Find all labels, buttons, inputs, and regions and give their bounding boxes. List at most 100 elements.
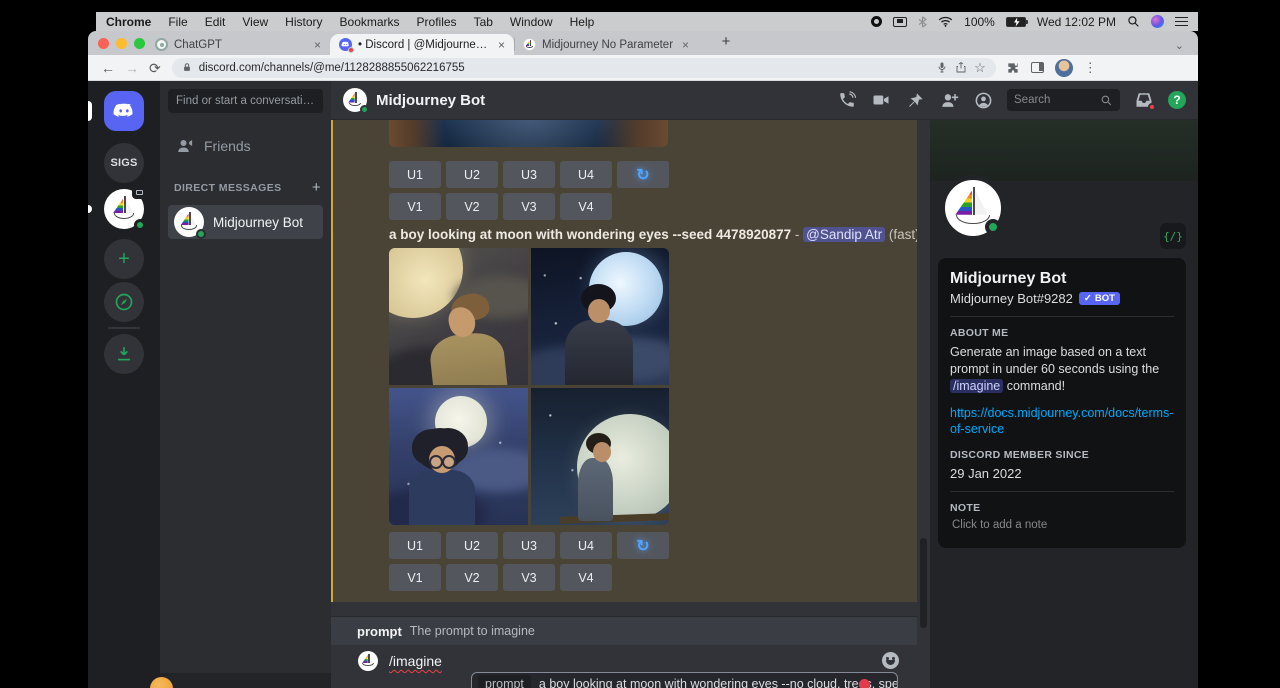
pin-messages-button[interactable] xyxy=(905,90,925,110)
terms-of-service-link[interactable]: https://docs.midjourney.com/docs/terms-o… xyxy=(950,405,1174,438)
display-icon[interactable] xyxy=(893,17,907,27)
share-icon[interactable] xyxy=(955,61,967,74)
image-variant-3[interactable] xyxy=(389,388,528,525)
menu-bookmarks[interactable]: Bookmarks xyxy=(340,15,400,29)
friends-icon xyxy=(176,137,194,155)
menu-tab[interactable]: Tab xyxy=(474,15,493,29)
spotlight-search-icon[interactable] xyxy=(1127,15,1140,28)
new-tab-button[interactable]: + xyxy=(716,33,736,53)
u3-button[interactable]: U3 xyxy=(503,532,555,559)
v1-button[interactable]: V1 xyxy=(389,193,441,220)
menu-view[interactable]: View xyxy=(242,15,268,29)
conversation-search-button[interactable]: Find or start a conversation xyxy=(168,89,323,113)
browser-menu-icon[interactable]: ⋮ xyxy=(1084,60,1097,76)
menu-window[interactable]: Window xyxy=(510,15,553,29)
extensions-puzzle-icon[interactable] xyxy=(1006,61,1020,75)
help-button[interactable]: ? xyxy=(1168,91,1186,109)
prompt-field-value: a boy looking at moon with wondering eye… xyxy=(539,677,898,688)
close-tab-icon[interactable]: × xyxy=(314,39,321,51)
close-tab-icon[interactable]: × xyxy=(682,39,689,51)
add-friends-to-dm-button[interactable] xyxy=(939,90,959,110)
menu-file[interactable]: File xyxy=(168,15,187,29)
close-tab-icon[interactable]: × xyxy=(498,39,505,51)
menu-help[interactable]: Help xyxy=(570,15,595,29)
v4-button[interactable]: V4 xyxy=(560,193,612,220)
menu-profiles[interactable]: Profiles xyxy=(417,15,457,29)
menubar-clock[interactable]: Wed 12:02 PM xyxy=(1037,15,1116,29)
reroll-button[interactable]: ↻ xyxy=(617,532,669,559)
profile-avatar[interactable] xyxy=(1055,59,1073,77)
chat-scrollbar[interactable] xyxy=(917,120,930,602)
reload-button[interactable]: ⟳ xyxy=(149,61,161,75)
scrollbar-thumb[interactable] xyxy=(920,538,927,628)
tab-search-chevron-icon[interactable]: ⌄ xyxy=(1175,39,1184,52)
siri-icon[interactable] xyxy=(1151,15,1164,28)
menu-history[interactable]: History xyxy=(285,15,322,29)
tab-midjourney[interactable]: Midjourney No Parameter × xyxy=(514,34,698,55)
image-variant-2[interactable] xyxy=(531,248,670,385)
midjourney-dm-rail-avatar[interactable] xyxy=(104,189,144,229)
v3-button[interactable]: V3 xyxy=(503,193,555,220)
zoom-window-button[interactable] xyxy=(134,38,145,49)
u4-button[interactable]: U4 xyxy=(560,532,612,559)
discord-home-button[interactable] xyxy=(104,91,144,131)
u4-button[interactable]: U4 xyxy=(560,161,612,188)
v1-button[interactable]: V1 xyxy=(389,564,441,591)
u2-button[interactable]: U2 xyxy=(446,532,498,559)
v2-button[interactable]: V2 xyxy=(446,193,498,220)
u1-button[interactable]: U1 xyxy=(389,161,441,188)
profile-avatar[interactable] xyxy=(940,175,1006,241)
menu-chrome[interactable]: Chrome xyxy=(106,15,151,29)
screen-record-icon[interactable] xyxy=(871,16,882,27)
sidebar-item-friends[interactable]: Friends xyxy=(168,133,323,159)
v4-button[interactable]: V4 xyxy=(560,564,612,591)
macos-menu-bar: Chrome File Edit View History Bookmarks … xyxy=(96,12,1198,31)
video-call-button[interactable] xyxy=(871,90,891,110)
control-center-icon[interactable] xyxy=(1175,17,1188,26)
back-button[interactable]: ← xyxy=(101,61,115,75)
sailboat-icon xyxy=(179,212,199,232)
reroll-button[interactable]: ↻ xyxy=(617,161,669,188)
u3-button[interactable]: U3 xyxy=(503,161,555,188)
side-panel-icon[interactable] xyxy=(1031,62,1044,73)
previous-image-grid-partial[interactable] xyxy=(389,120,668,147)
u1-button[interactable]: U1 xyxy=(389,532,441,559)
online-status-dot xyxy=(360,105,369,114)
bookmark-star-icon[interactable]: ☆ xyxy=(974,61,986,74)
create-dm-icon[interactable]: + xyxy=(312,179,321,196)
tab-chatgpt[interactable]: ChatGPT × xyxy=(146,34,330,55)
search-icon xyxy=(1100,94,1113,107)
menu-edit[interactable]: Edit xyxy=(205,15,226,29)
add-server-button[interactable]: + xyxy=(104,239,144,279)
v2-button[interactable]: V2 xyxy=(446,564,498,591)
prompt-field-key: prompt xyxy=(478,675,531,688)
inbox-button[interactable] xyxy=(1134,90,1154,110)
address-bar[interactable]: discord.com/channels/@me/112828885506221… xyxy=(172,58,996,78)
browser-toolbar: ← → ⟳ discord.com/channels/@me/112828885… xyxy=(88,55,1198,81)
chat-search-input[interactable]: Search xyxy=(1007,89,1120,111)
server-icon-sigs[interactable]: SIGS xyxy=(104,143,144,183)
emoji-picker-icon[interactable] xyxy=(882,652,899,669)
wifi-icon[interactable] xyxy=(938,16,953,27)
voice-call-button[interactable] xyxy=(837,90,857,110)
v3-button[interactable]: V3 xyxy=(503,564,555,591)
slash-commands-badge[interactable]: {/} xyxy=(1160,223,1186,249)
generated-image-grid[interactable] xyxy=(389,248,669,525)
explore-servers-button[interactable] xyxy=(104,282,144,322)
image-variant-1[interactable] xyxy=(389,248,528,385)
close-window-button[interactable] xyxy=(98,38,109,49)
forward-button[interactable]: → xyxy=(125,61,139,75)
download-apps-button[interactable] xyxy=(104,334,144,374)
midjourney-avatar xyxy=(343,88,367,112)
bluetooth-icon[interactable] xyxy=(918,16,927,28)
user-profile-toggle-button[interactable] xyxy=(973,90,993,110)
user-mention[interactable]: @Sandip Atr xyxy=(803,227,885,242)
dm-item-midjourney-bot[interactable]: Midjourney Bot xyxy=(168,205,323,239)
tab-discord[interactable]: • Discord | @Midjourney Bot × xyxy=(330,34,514,55)
image-variant-4[interactable] xyxy=(531,388,670,525)
u2-button[interactable]: U2 xyxy=(446,161,498,188)
prompt-input[interactable]: prompt a boy looking at moon with wonder… xyxy=(471,672,898,688)
note-input[interactable]: Click to add a note xyxy=(950,519,1174,531)
minimize-window-button[interactable] xyxy=(116,38,127,49)
microphone-icon[interactable] xyxy=(936,61,948,74)
